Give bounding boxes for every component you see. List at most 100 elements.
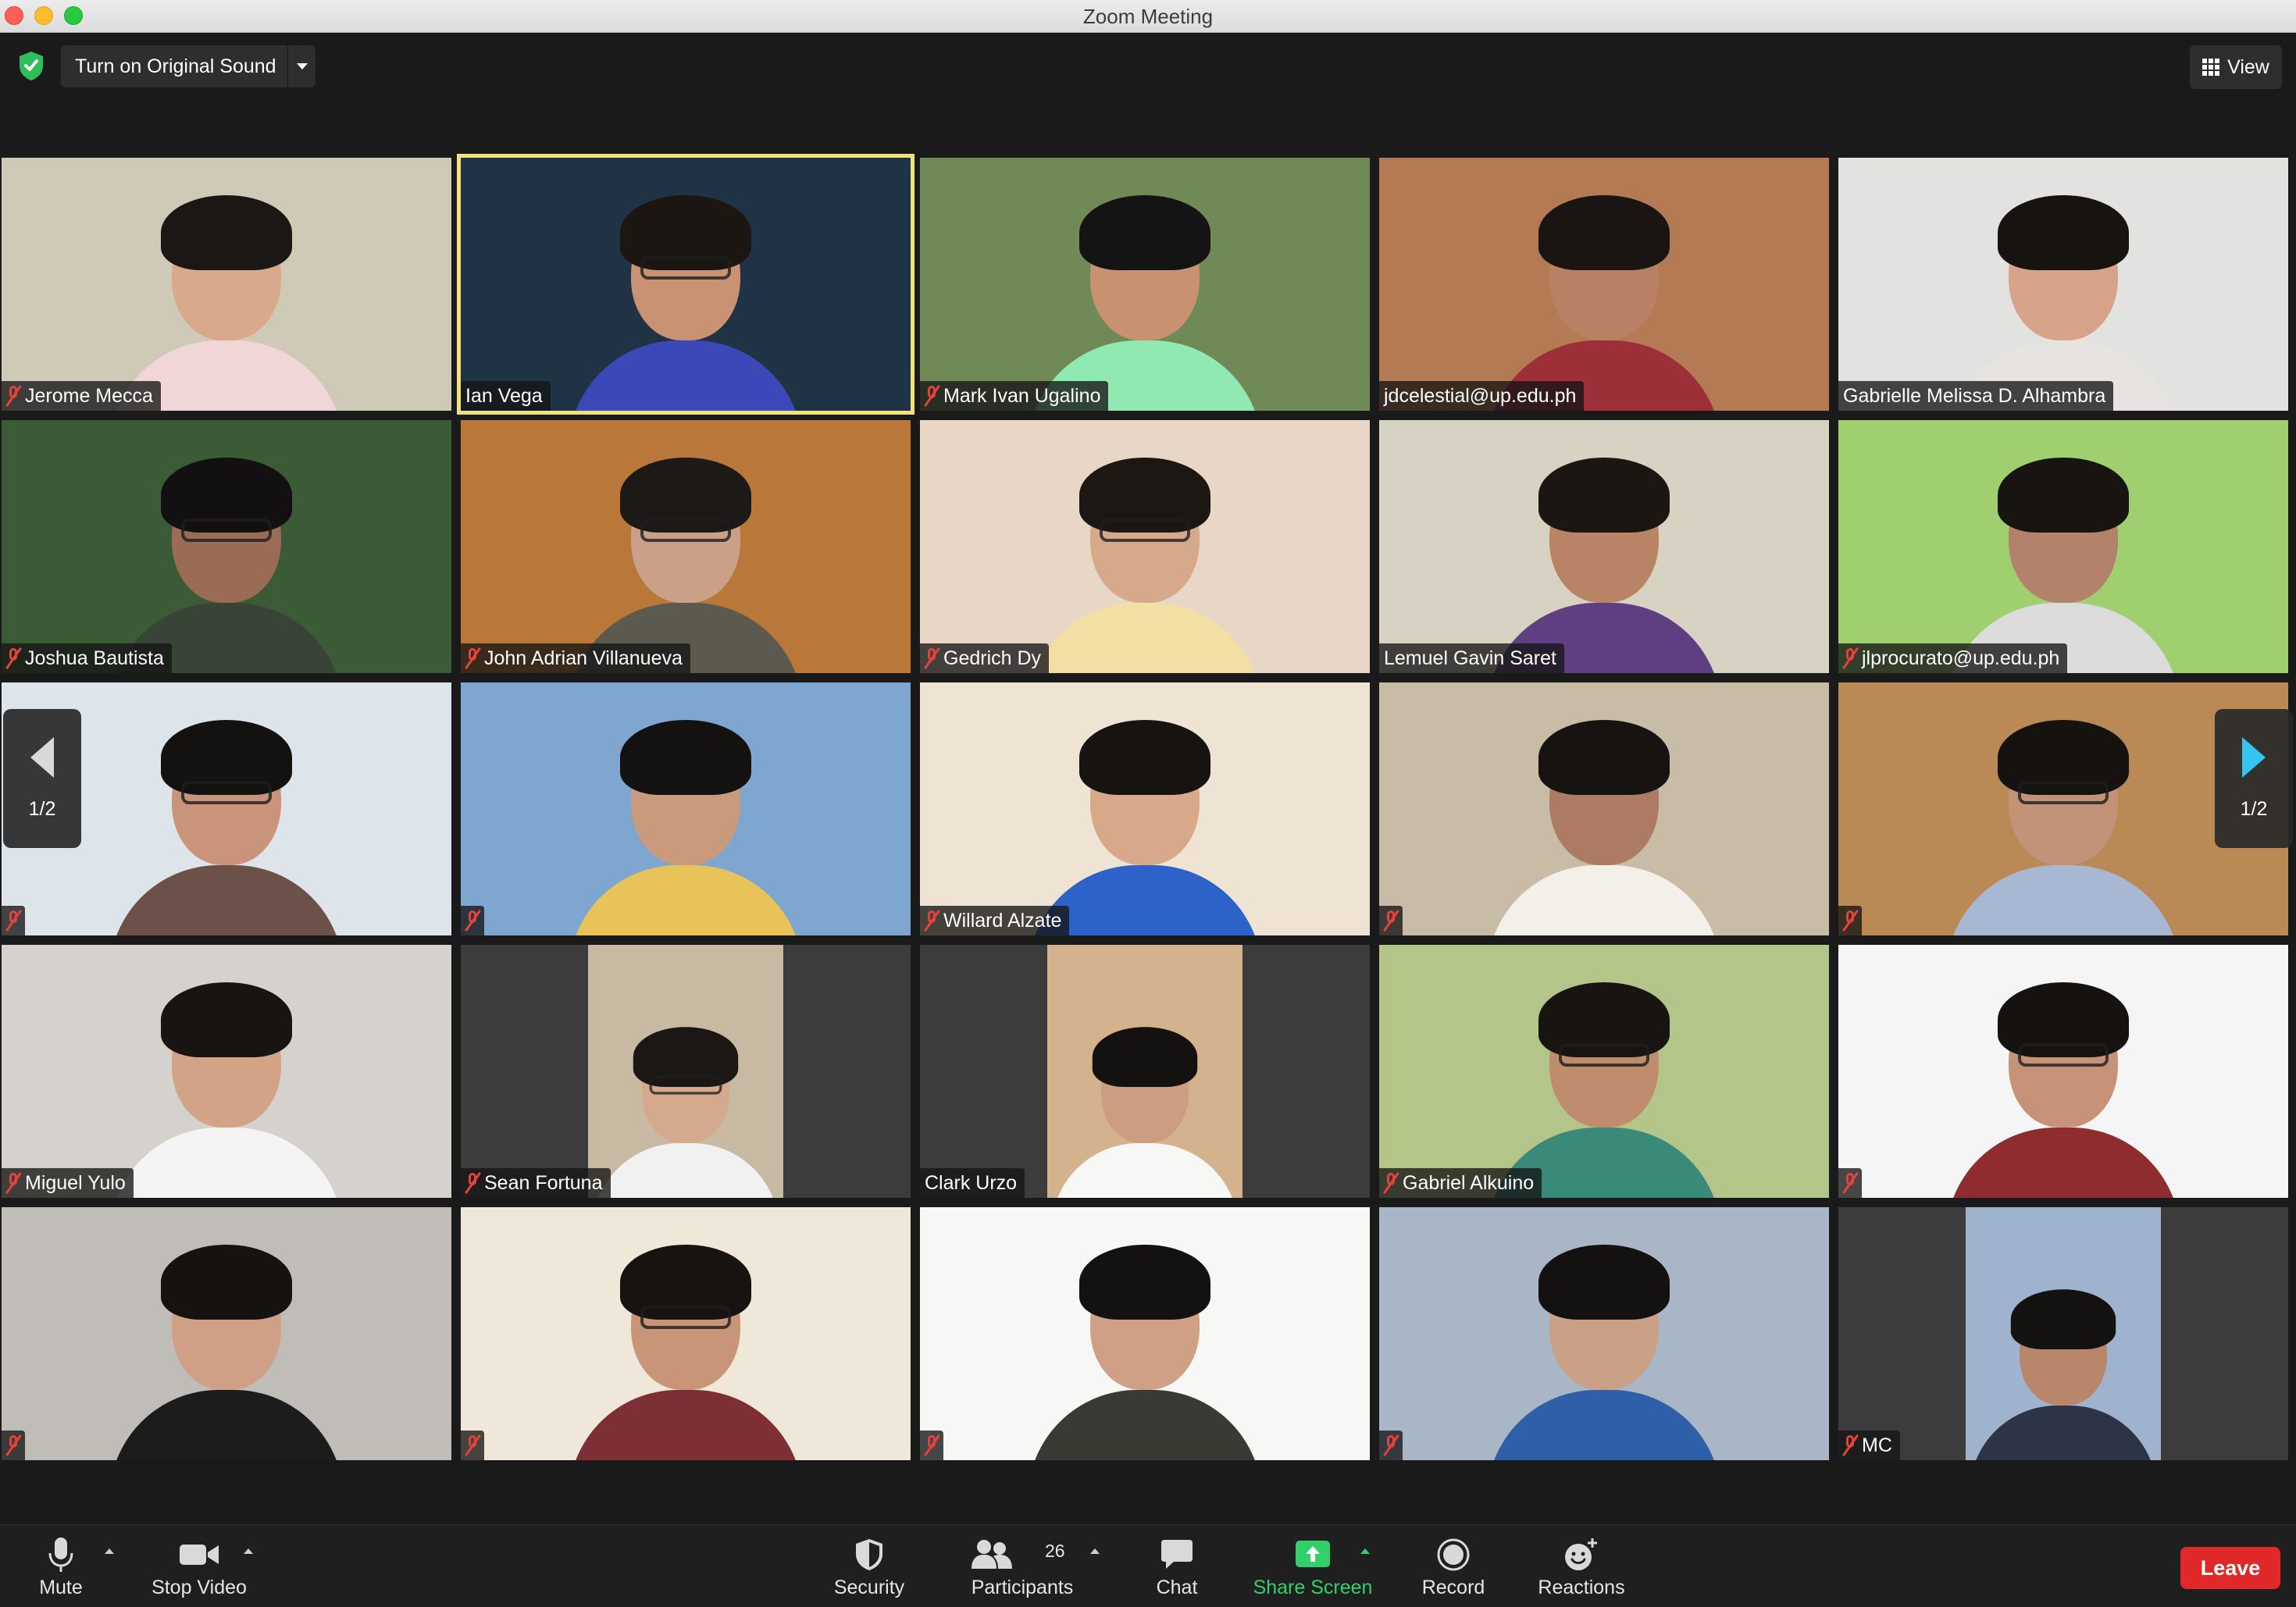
muted-microphone-icon [1842,1172,1859,1194]
participant-name: Gedrich Dy [943,647,1042,669]
microphone-icon [48,1538,73,1572]
participant-video-tile[interactable] [461,682,911,935]
participant-video-tile[interactable]: Jerome Mecca [2,158,451,411]
reactions-button[interactable]: Reactions [1535,1534,1628,1605]
glasses [2018,1043,2109,1067]
participant-name: Sean Fortuna [484,1171,603,1194]
participant-name-tag: Gabrielle Melissa D. Alhambra [1838,381,2114,411]
participant-hair [1538,195,1670,270]
reactions-label: Reactions [1538,1577,1625,1598]
participant-video-tile[interactable]: jlprocurato@up.edu.ph [1838,420,2288,673]
participant-shirt [569,340,803,411]
participant-figure [1946,184,2180,411]
glasses [181,781,272,804]
participant-name-tag: John Adrian Villanueva [461,643,690,673]
original-sound-button[interactable]: Turn on Original Sound [61,45,316,87]
participant-figure [109,971,344,1198]
participant-video-tile[interactable]: Gabriel Alkuino [1379,945,1829,1198]
security-button[interactable]: Security [826,1534,912,1605]
participant-shirt [109,1128,344,1198]
participant-video-tile[interactable]: jdcelestial@up.edu.ph [1379,158,1829,411]
participant-video-tile[interactable]: Miguel Yulo [2,945,451,1198]
participant-video-tile[interactable] [1379,1207,1829,1460]
participant-figure [1946,709,2180,935]
audio-options-caret[interactable] [105,1548,114,1554]
muted-microphone-icon [924,1434,940,1456]
participants-count-badge: 26 [1045,1541,1065,1561]
participant-video-tile[interactable]: Gedrich Dy [920,420,1370,673]
participants-button[interactable]: 26 Participants [967,1534,1078,1605]
participant-name-tag: Miguel Yulo [2,1168,134,1198]
participant-video-tile[interactable] [1379,682,1829,935]
participant-name-tag [920,1431,943,1460]
participant-video-tile[interactable] [1838,945,2288,1198]
previous-page-button[interactable]: 1/2 [3,709,81,848]
participant-video-tile[interactable]: Clark Urzo [920,945,1370,1198]
participant-shirt [569,865,803,935]
participant-video-tile[interactable] [461,1207,911,1460]
participant-figure [1970,1281,2157,1460]
participant-figure [1487,971,1721,1198]
participant-video-tile[interactable]: Lemuel Gavin Saret [1379,420,1829,673]
participant-figure [1487,1234,1721,1460]
view-button[interactable]: View [2190,45,2282,89]
participant-video-tile[interactable]: MC [1838,1207,2288,1460]
participant-name: Joshua Bautista [25,647,164,669]
participant-figure [109,447,344,673]
muted-microphone-icon [5,1434,22,1456]
participants-options-caret[interactable] [1090,1548,1100,1554]
chat-button[interactable]: Chat [1148,1534,1206,1605]
share-options-caret[interactable] [1360,1548,1370,1554]
share-screen-button[interactable]: Share Screen [1250,1534,1376,1605]
participant-figure [569,184,803,411]
record-button[interactable]: Record [1418,1534,1488,1605]
participant-video-tile[interactable]: Sean Fortuna [461,945,911,1198]
leave-meeting-button[interactable]: Leave [2180,1547,2280,1589]
glasses [649,1075,722,1095]
participant-name-tag [2,906,25,935]
mute-button[interactable]: Mute [30,1534,92,1605]
participant-video-tile[interactable]: John Adrian Villanueva [461,420,911,673]
participant-video-tile[interactable] [2,1207,451,1460]
participant-shirt [1487,865,1721,935]
participant-figure [1946,971,2180,1198]
original-sound-dropdown[interactable] [287,45,316,87]
muted-microphone-icon [1383,1434,1399,1456]
participant-name-tag [1838,1168,1862,1198]
participant-video-tile[interactable] [920,1207,1370,1460]
participant-video-tile[interactable]: Joshua Bautista [2,420,451,673]
participant-video-tile[interactable]: Willard Alzate [920,682,1370,935]
participants-icon [972,1540,1012,1569]
muted-microphone-icon [924,647,940,669]
glasses [2018,781,2109,804]
participant-hair [1998,458,2129,533]
participant-figure [1946,447,2180,673]
next-page-button[interactable]: 1/2 [2215,709,2293,848]
security-label: Security [833,1577,905,1598]
participant-name: Willard Alzate [943,909,1062,932]
window-title-bar: Zoom Meeting [0,0,2296,33]
participant-video-tile[interactable]: Gabrielle Melissa D. Alhambra [1838,158,2288,411]
participant-name-tag: Gabriel Alkuino [1379,1168,1542,1198]
participant-figure [1028,184,1262,411]
original-sound-label: Turn on Original Sound [75,55,276,77]
participant-hair [1998,195,2129,270]
encryption-shield-icon[interactable] [17,50,45,81]
muted-microphone-icon [1383,910,1399,932]
participant-video-tile[interactable]: Mark Ivan Ugalino [920,158,1370,411]
participant-video-tile[interactable]: Ian Vega [457,154,914,415]
muted-microphone-icon [5,1172,22,1194]
participant-hair [161,1245,292,1320]
record-icon [1437,1538,1470,1571]
participant-shirt [1028,603,1262,673]
video-options-caret[interactable] [244,1548,253,1554]
participant-name: jlprocurato@up.edu.ph [1862,647,2060,669]
glasses [181,518,272,542]
participant-hair [1092,1027,1198,1087]
glasses [640,256,731,280]
participant-figure [1028,1234,1262,1460]
participant-hair [1538,720,1670,795]
stop-video-button[interactable]: Stop Video [148,1534,250,1605]
participant-figure [109,184,344,411]
participant-figure [569,709,803,935]
